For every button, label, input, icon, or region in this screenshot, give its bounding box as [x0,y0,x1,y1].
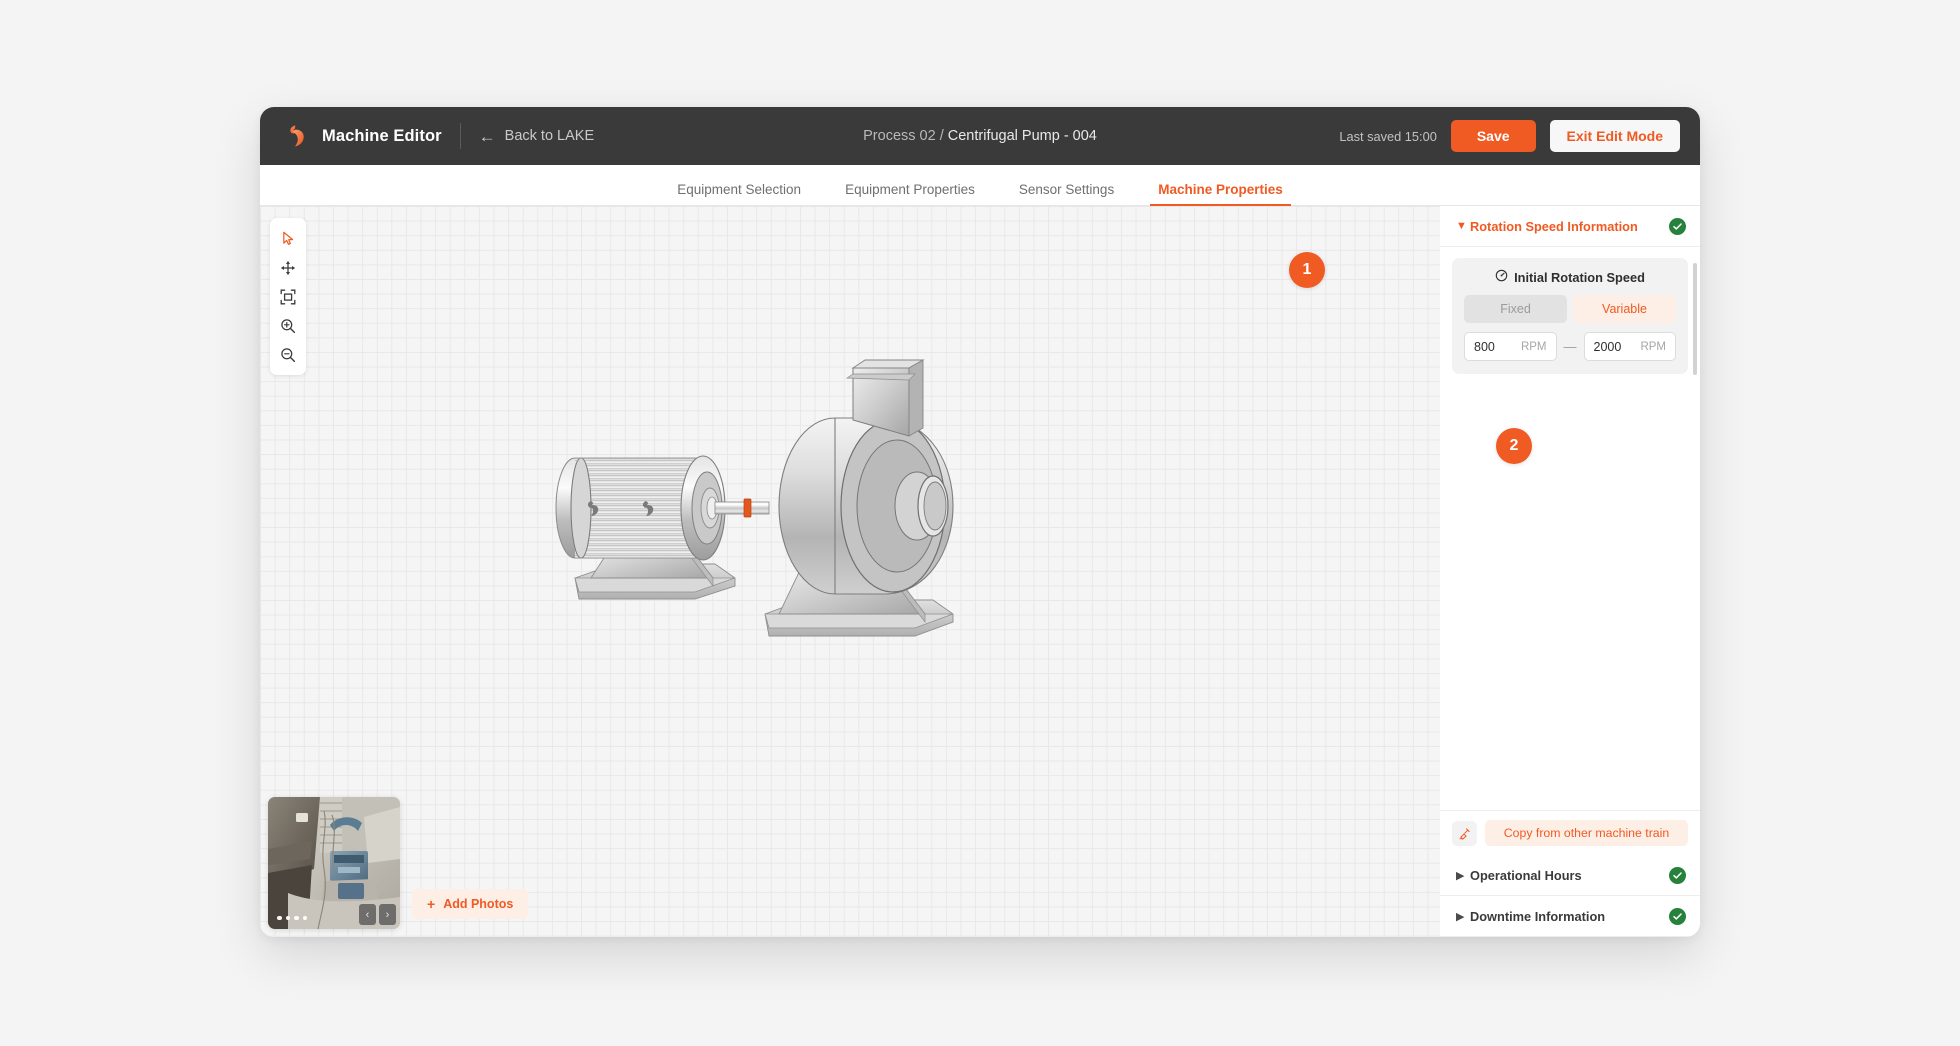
zoom-in-icon[interactable] [270,311,306,340]
zoom-out-icon[interactable] [270,340,306,369]
machine-canvas[interactable]: ‹ › + Add Photos [260,206,1440,937]
canvas-toolbar [270,218,306,375]
photo-prev-button[interactable]: ‹ [359,904,376,925]
tab-equipment-selection[interactable]: Equipment Selection [655,182,823,206]
arrow-left-icon: ← [478,126,496,146]
add-photos-label: Add Photos [443,897,514,911]
photo-dot[interactable] [285,915,290,920]
range-separator: — [1563,339,1577,354]
header-actions: Last saved 15:00 Save Exit Edit Mode [1339,107,1680,165]
header-divider [459,123,461,149]
photo-dot[interactable] [302,915,307,920]
section-title-rotation-speed: Rotation Speed Information [1470,218,1638,234]
section-header-operational-hours[interactable]: ▶ Operational Hours [1440,855,1700,896]
select-cursor-icon[interactable] [270,224,306,253]
callout-badge-2: 2 [1496,428,1532,464]
copy-from-machine-train-button[interactable]: Copy from other machine train [1485,820,1688,846]
photo-thumbnail[interactable]: ‹ › [268,797,400,929]
check-circle-icon [1669,907,1686,925]
check-circle-icon [1669,217,1686,235]
section-body-rotation-speed: Initial Rotation Speed Fixed Variable 80… [1440,247,1700,810]
initial-rotation-speed-title: Initial Rotation Speed [1464,269,1676,285]
copy-from-machine-train-row: Copy from other machine train [1440,810,1700,855]
section-title-operational-hours: Operational Hours [1470,867,1582,883]
rotation-speed-range: 800 RPM — 2000 RPM [1464,332,1676,361]
breadcrumb-current: Centrifugal Pump - 004 [947,128,1097,144]
save-button[interactable]: Save [1450,120,1536,152]
chevron-right-icon: ▶ [1456,869,1465,882]
photo-dot[interactable] [277,915,282,920]
callout-badge-1: 1 [1289,252,1325,288]
rotation-mode-toggle: Fixed Variable [1464,295,1676,323]
rotation-speed-min-value: 800 [1474,339,1495,354]
rotation-speed-max-input[interactable]: 2000 RPM [1583,332,1676,361]
photo-dot[interactable] [294,915,299,920]
section-title-downtime-information: Downtime Information [1470,908,1606,924]
rotation-mode-fixed[interactable]: Fixed [1464,295,1567,323]
fit-to-frame-icon[interactable] [270,282,306,311]
rotation-speed-min-unit: RPM [1520,340,1547,353]
rotation-speed-min-input[interactable]: 800 RPM [1464,332,1557,361]
initial-rotation-speed-card: Initial Rotation Speed Fixed Variable 80… [1452,258,1688,374]
rotation-speed-max-unit: RPM [1640,340,1666,353]
app-title: Machine Editor [322,126,442,145]
rotation-speed-max-value: 2000 [1593,339,1622,354]
plus-icon: + [427,896,436,912]
centrifugal-pump-illustration[interactable] [535,356,955,656]
title-bar: Machine Editor ← Back to LAKE Process 02… [260,107,1700,165]
screenshot-root: Machine Editor ← Back to LAKE Process 02… [0,0,1960,1046]
chevron-right-icon: ▶ [1456,910,1465,923]
photo-next-button[interactable]: › [379,904,396,925]
gauge-icon [1495,269,1508,285]
panel-scrollbar[interactable] [1693,263,1697,375]
breadcrumb-parent[interactable]: Process 02 [863,128,940,144]
chevron-down-icon: ▼ [1456,220,1467,232]
check-circle-icon [1669,866,1686,884]
photo-dots [277,915,307,920]
initial-rotation-speed-label: Initial Rotation Speed [1514,269,1645,285]
back-to-lake-label: Back to LAKE [504,128,595,144]
back-to-lake-link[interactable]: ← Back to LAKE [479,128,594,145]
tab-bar: Equipment Selection Equipment Properties… [260,165,1700,206]
exit-edit-mode-button[interactable]: Exit Edit Mode [1549,120,1680,152]
rotation-mode-variable[interactable]: Variable [1573,295,1676,323]
section-header-rotation-speed[interactable]: ▼ Rotation Speed Information [1440,206,1700,247]
breadcrumb-separator: / [939,128,948,144]
tab-equipment-properties[interactable]: Equipment Properties [823,182,997,206]
lake-logo-icon [282,121,312,151]
move-icon[interactable] [270,253,306,282]
machine-properties-panel: ▼ Rotation Speed Information Initial Rot… [1440,206,1700,937]
last-saved-status: Last saved 15:00 [1339,128,1437,144]
photo-nav: ‹ › [359,904,396,925]
app-window: Machine Editor ← Back to LAKE Process 02… [260,107,1700,937]
tab-sensor-settings[interactable]: Sensor Settings [997,182,1136,206]
copy-machine-train-icon[interactable] [1452,820,1477,846]
section-header-downtime-information[interactable]: ▶ Downtime Information [1440,896,1700,937]
tab-machine-properties[interactable]: Machine Properties [1136,182,1305,206]
add-photos-button[interactable]: + Add Photos [412,889,529,919]
